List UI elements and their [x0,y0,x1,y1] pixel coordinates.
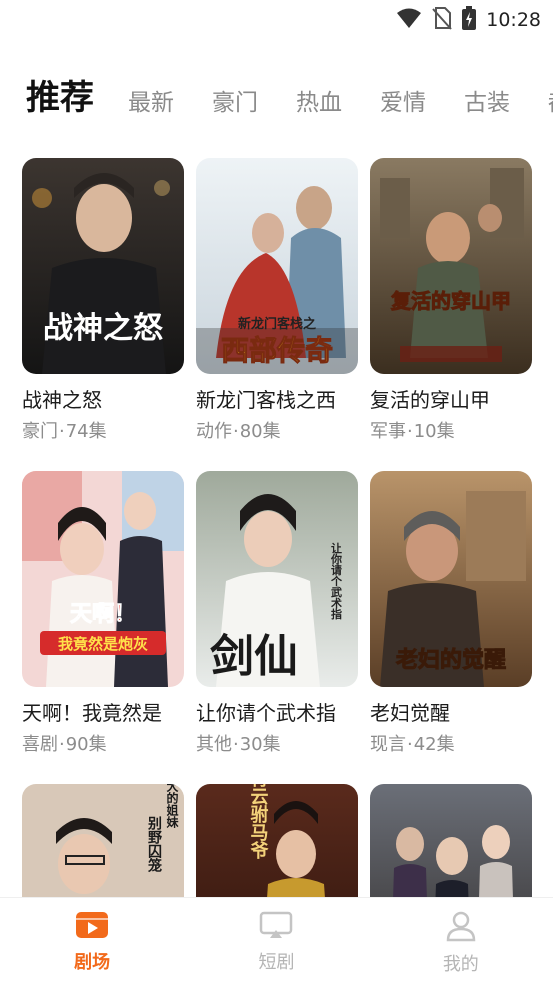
cover-title-text: 天啊！ [70,602,136,627]
meta-separator: · [59,734,65,755]
cover-title-text: 老妇的觉醒 [395,647,506,673]
drama-title: 老妇觉醒 [370,701,450,725]
nav-short-drama[interactable]: 短剧 [184,898,368,983]
tab-urban[interactable]: 都 [548,86,553,120]
drama-genre: 军事 [370,421,406,442]
no-sim-icon [432,6,452,34]
drama-card[interactable]: 剑仙 让你请个武术指 让你请个武术指 其他·30集 [196,471,358,757]
drama-title: 复活的穿山甲 [370,388,490,412]
nav-theater-label: 剧场 [74,952,111,973]
screen-cast-icon [259,910,293,944]
drama-title: 战神之怒 [22,388,102,412]
cover-title-text: 复活的穿山甲 [390,289,511,313]
drama-cover[interactable]: 老妇的觉醒 [370,471,532,687]
drama-card[interactable]: 天啊！ 我竟然是炮灰 天啊！我竟然是 喜剧·90集 [22,471,184,757]
drama-episodes: 30集 [239,734,281,755]
drama-meta: 喜剧·90集 [22,733,184,757]
drama-cover[interactable]: 剑仙 让你请个武术指 [196,471,358,687]
meta-separator: · [407,734,413,755]
tab-romance[interactable]: 爱情 [380,86,426,120]
drama-meta: 军事·10集 [370,420,532,444]
drama-meta: 其他·30集 [196,733,358,757]
drama-genre: 动作 [196,421,232,442]
drama-card[interactable]: 战神之怒 战神之怒 豪门·74集 [22,158,184,444]
meta-separator: · [407,421,413,442]
cover-subtitle-text: 我竟然是炮灰 [58,635,148,653]
meta-separator: · [233,734,239,755]
drama-title: 新龙门客栈之西 [196,388,336,412]
drama-card[interactable]: 老妇的觉醒 老妇觉醒 现言·42集 [370,471,532,757]
drama-episodes: 74集 [65,421,107,442]
drama-meta: 豪门·74集 [22,420,184,444]
drama-meta: 动作·80集 [196,420,358,444]
tab-recommend[interactable]: 推荐 [26,76,94,120]
tab-costume[interactable]: 古装 [464,86,510,120]
drama-genre: 喜剧 [22,734,58,755]
cover-title-text: 青云驸马爷 [248,784,269,860]
drama-genre: 其他 [196,734,232,755]
drama-cover[interactable]: 新龙门客栈之 西部传奇 [196,158,358,374]
cover-title-text: 别野囚笼 [146,816,163,873]
cover-subtitle-text: 新龙门客栈之 [238,316,316,332]
nav-profile-label: 我的 [442,954,479,975]
drama-title: 天啊！我竟然是 [22,701,162,725]
meta-separator: · [233,421,239,442]
cover-title-text: 西部传奇 [221,334,333,367]
tab-action[interactable]: 热血 [296,86,342,120]
nav-profile[interactable]: 我的 [369,898,553,983]
drama-cover[interactable]: 战神之怒 [22,158,184,374]
drama-cover[interactable]: 天啊！ 我竟然是炮灰 [22,471,184,687]
drama-episodes: 90集 [65,734,107,755]
drama-genre: 现言 [370,734,406,755]
nav-short-drama-label: 短剧 [258,952,295,973]
drama-grid: 战神之怒 战神之怒 豪门·74集 新龙门客栈之 西部传奇 新龙门客栈之西 动作·… [22,158,542,983]
cover-subtitle-text: 大的姐妹 [165,784,179,829]
nav-theater[interactable]: 剧场 [0,898,184,983]
wifi-icon [396,7,422,33]
status-time: 10:28 [486,9,541,31]
meta-separator: · [59,421,65,442]
status-bar: 10:28 [0,0,553,40]
drama-card[interactable]: 复活的穿山甲 复活的穿山甲 军事·10集 [370,158,532,444]
drama-episodes: 10集 [413,421,455,442]
drama-episodes: 42集 [413,734,455,755]
drama-cover[interactable]: 复活的穿山甲 [370,158,532,374]
drama-title: 让你请个武术指 [196,701,336,725]
bottom-nav: 剧场 短剧 我的 [0,897,553,983]
drama-genre: 豪门 [22,421,58,442]
cover-subtitle-text: 让你请个武术指 [330,541,344,620]
profile-icon [444,910,478,946]
cover-title-text: 剑仙 [210,631,298,682]
cover-title-text: 战神之怒 [43,311,163,346]
tab-wealthy-family[interactable]: 豪门 [212,86,258,120]
drama-episodes: 80集 [239,421,281,442]
drama-card[interactable]: 新龙门客栈之 西部传奇 新龙门客栈之西 动作·80集 [196,158,358,444]
category-tabs: 推荐 最新 豪门 热血 爱情 古装 都 [26,76,553,120]
theater-play-icon [75,910,109,944]
status-icons: 10:28 [396,6,541,34]
drama-meta: 现言·42集 [370,733,532,757]
tab-latest[interactable]: 最新 [128,86,174,120]
battery-charging-icon [462,6,477,34]
